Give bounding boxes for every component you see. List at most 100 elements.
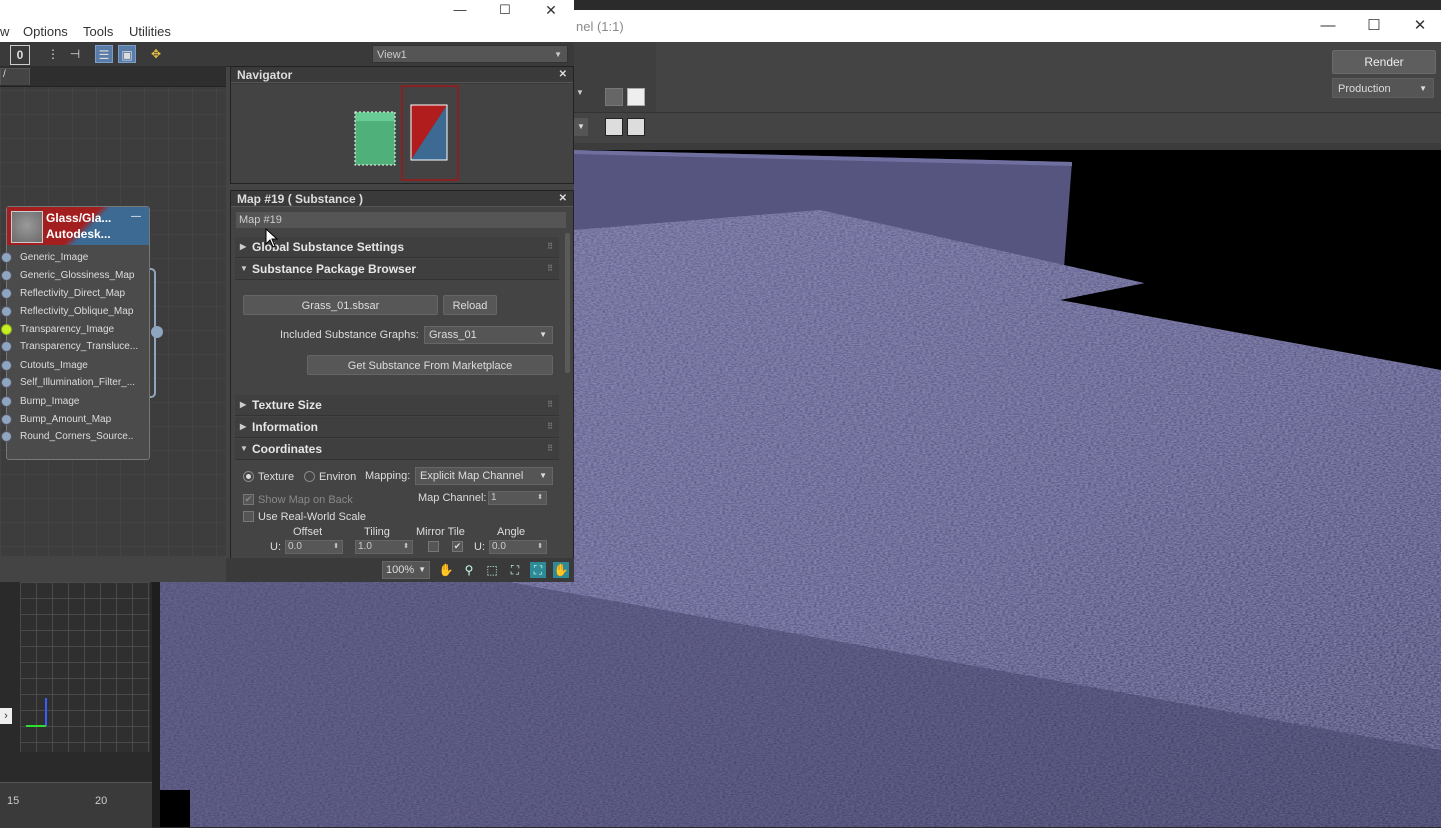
slot-socket-icon[interactable]	[1, 360, 12, 371]
slot-socket-icon[interactable]	[1, 431, 12, 442]
navigator-view[interactable]	[231, 84, 573, 183]
param-editor-icon[interactable]: ☰	[95, 45, 113, 63]
mirror-u-checkbox[interactable]	[428, 541, 439, 552]
node-slot[interactable]: Round_Corners_Source..	[1, 428, 149, 446]
zero-icon[interactable]: 0	[10, 45, 30, 65]
zoom-value: 100%	[386, 564, 415, 576]
node-slot[interactable]: Bump_Image	[1, 393, 149, 411]
map-channel-label: Map Channel:	[418, 492, 487, 504]
pick-material-icon[interactable]: ✥	[147, 45, 165, 63]
tile-u-checkbox[interactable]: ✔	[452, 541, 463, 552]
render-setup-icon[interactable]	[605, 88, 623, 106]
texture-radio[interactable]	[243, 471, 254, 482]
real-world-checkbox[interactable]	[243, 511, 254, 522]
rollout-package-browser[interactable]: ▼ Substance Package Browser ⠿	[235, 259, 559, 280]
minimize-button[interactable]: —	[437, 0, 483, 17]
slot-socket-icon[interactable]	[1, 414, 12, 425]
collapse-icon[interactable]: —	[131, 211, 141, 222]
minimize-button[interactable]: —	[1305, 10, 1351, 42]
render-button[interactable]: Render	[1332, 50, 1436, 74]
map-channel-spinner[interactable]: 1 ⬍	[488, 491, 547, 505]
material-thumbnail	[11, 211, 43, 243]
node-slot[interactable]: Reflectivity_Oblique_Map	[1, 303, 149, 321]
zoom-dropdown[interactable]: 100% ▼	[382, 561, 430, 579]
save-image-icon[interactable]	[605, 118, 623, 136]
render-toolbar-secondary: ▼	[574, 112, 1441, 143]
zoom-extents-selected-icon[interactable]: ⛶	[530, 562, 546, 578]
menu-tools[interactable]: Tools	[83, 24, 113, 39]
rollout-texture-size[interactable]: ▶ Texture Size ⠿	[235, 395, 559, 416]
show-map-checkbox[interactable]: ✔	[243, 494, 254, 505]
rollout-coordinates[interactable]: ▼ Coordinates ⠿	[235, 439, 559, 460]
node-slot[interactable]: Cutouts_Image	[1, 357, 149, 375]
close-button[interactable]: ✕	[528, 0, 574, 18]
close-icon[interactable]: ✕	[559, 67, 567, 83]
node-output-socket[interactable]	[151, 326, 163, 338]
slot-label: Generic_Glossiness_Map	[20, 270, 135, 281]
mapping-dropdown[interactable]: Explicit Map Channel ▼	[415, 467, 553, 485]
expand-arrow-icon[interactable]: ›	[0, 708, 12, 724]
layout-icon[interactable]: ⋮	[44, 45, 62, 63]
zoom-region-icon[interactable]: ⬚	[484, 562, 500, 578]
reload-button[interactable]: Reload	[443, 295, 497, 315]
node-slot[interactable]: Self_Illumination_Filter_...	[1, 374, 149, 392]
node-slot[interactable]: Bump_Amount_Map	[1, 411, 149, 429]
rollout-global-settings[interactable]: ▶ Global Substance Settings ⠿	[235, 237, 559, 258]
chevron-down-icon: ▼	[554, 50, 562, 59]
view-select-dropdown[interactable]: View1 ▼	[372, 45, 568, 63]
mapping-value: Explicit Map Channel	[420, 470, 524, 482]
clone-frame-icon[interactable]	[627, 118, 645, 136]
pencil-icon[interactable]	[627, 88, 645, 106]
timeline[interactable]: 15 20	[0, 782, 152, 828]
material-node[interactable]: Glass/Gla... Autodesk... — Generic_Image…	[1, 206, 150, 460]
slot-label: Generic_Image	[20, 252, 89, 263]
slot-socket-icon[interactable]	[1, 324, 12, 335]
pan-to-selected-icon[interactable]: ✋	[553, 562, 569, 578]
render-preset-dropdown[interactable]: Production ▼	[1332, 78, 1434, 98]
rollout-information[interactable]: ▶ Information ⠿	[235, 417, 559, 438]
zoom-icon[interactable]: ⚲	[461, 562, 477, 578]
menu-view[interactable]: w	[0, 24, 9, 39]
marketplace-button[interactable]: Get Substance From Marketplace	[307, 355, 553, 375]
slot-socket-icon[interactable]	[1, 306, 12, 317]
node-slot[interactable]: Generic_Image	[1, 249, 149, 267]
slot-socket-icon[interactable]	[1, 341, 12, 352]
tiling-u-spinner[interactable]: 1.0 ⬍	[355, 540, 413, 554]
node-slot[interactable]: Transparency_Transluce...	[1, 338, 149, 356]
maximize-button[interactable]: ☐	[1351, 10, 1397, 42]
navigator-toggle-icon[interactable]: ▣	[118, 45, 136, 63]
layout-children-icon[interactable]: ⊣	[66, 45, 84, 63]
viewport-scrollbar[interactable]	[152, 580, 160, 827]
close-icon[interactable]: ✕	[559, 191, 567, 207]
close-button[interactable]: ✕	[1397, 10, 1441, 42]
node-slot[interactable]: Transparency_Image	[1, 321, 149, 339]
dropdown-arrow-icon[interactable]: ▼	[574, 118, 588, 136]
package-file-button[interactable]: Grass_01.sbsar	[243, 295, 438, 315]
grip-icon: ⠿	[547, 444, 553, 453]
tiling-header: Tiling	[364, 526, 390, 538]
pan-hand-icon[interactable]: ✋	[438, 562, 454, 578]
slot-socket-icon[interactable]	[1, 270, 12, 281]
rollout-label: Coordinates	[252, 442, 323, 456]
node-slot[interactable]: Reflectivity_Direct_Map	[1, 285, 149, 303]
param-scrollbar[interactable]	[565, 233, 570, 373]
node-header[interactable]: Glass/Gla... Autodesk... —	[7, 207, 149, 245]
graphs-dropdown[interactable]: Grass_01 ▼	[424, 326, 553, 344]
menu-options[interactable]: Options	[23, 24, 68, 39]
slot-socket-icon[interactable]	[1, 396, 12, 407]
maximize-button[interactable]: ☐	[482, 0, 528, 17]
zoom-extents-icon[interactable]: ⛶	[507, 562, 523, 578]
slot-label: Bump_Image	[20, 396, 80, 407]
menu-utilities[interactable]: Utilities	[129, 24, 171, 39]
environ-radio[interactable]	[304, 471, 315, 482]
map-name-field[interactable]: Map #19	[236, 212, 566, 228]
slot-socket-icon[interactable]	[1, 377, 12, 388]
slot-socket-icon[interactable]	[1, 288, 12, 299]
slot-socket-icon[interactable]	[1, 252, 12, 263]
grip-icon: ⠿	[547, 264, 553, 273]
offset-u-spinner[interactable]: 0.0 ⬍	[285, 540, 343, 554]
tab-view1[interactable]: /	[0, 68, 30, 85]
angle-u-spinner[interactable]: 0.0 ⬍	[489, 540, 547, 554]
node-slot[interactable]: Generic_Glossiness_Map	[1, 267, 149, 285]
dropdown-arrow-icon[interactable]: ▼	[576, 88, 584, 97]
